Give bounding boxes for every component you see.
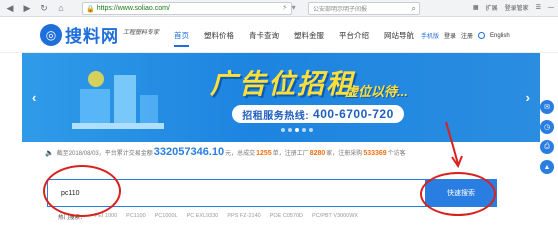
annotation-arrow [445, 121, 463, 169]
